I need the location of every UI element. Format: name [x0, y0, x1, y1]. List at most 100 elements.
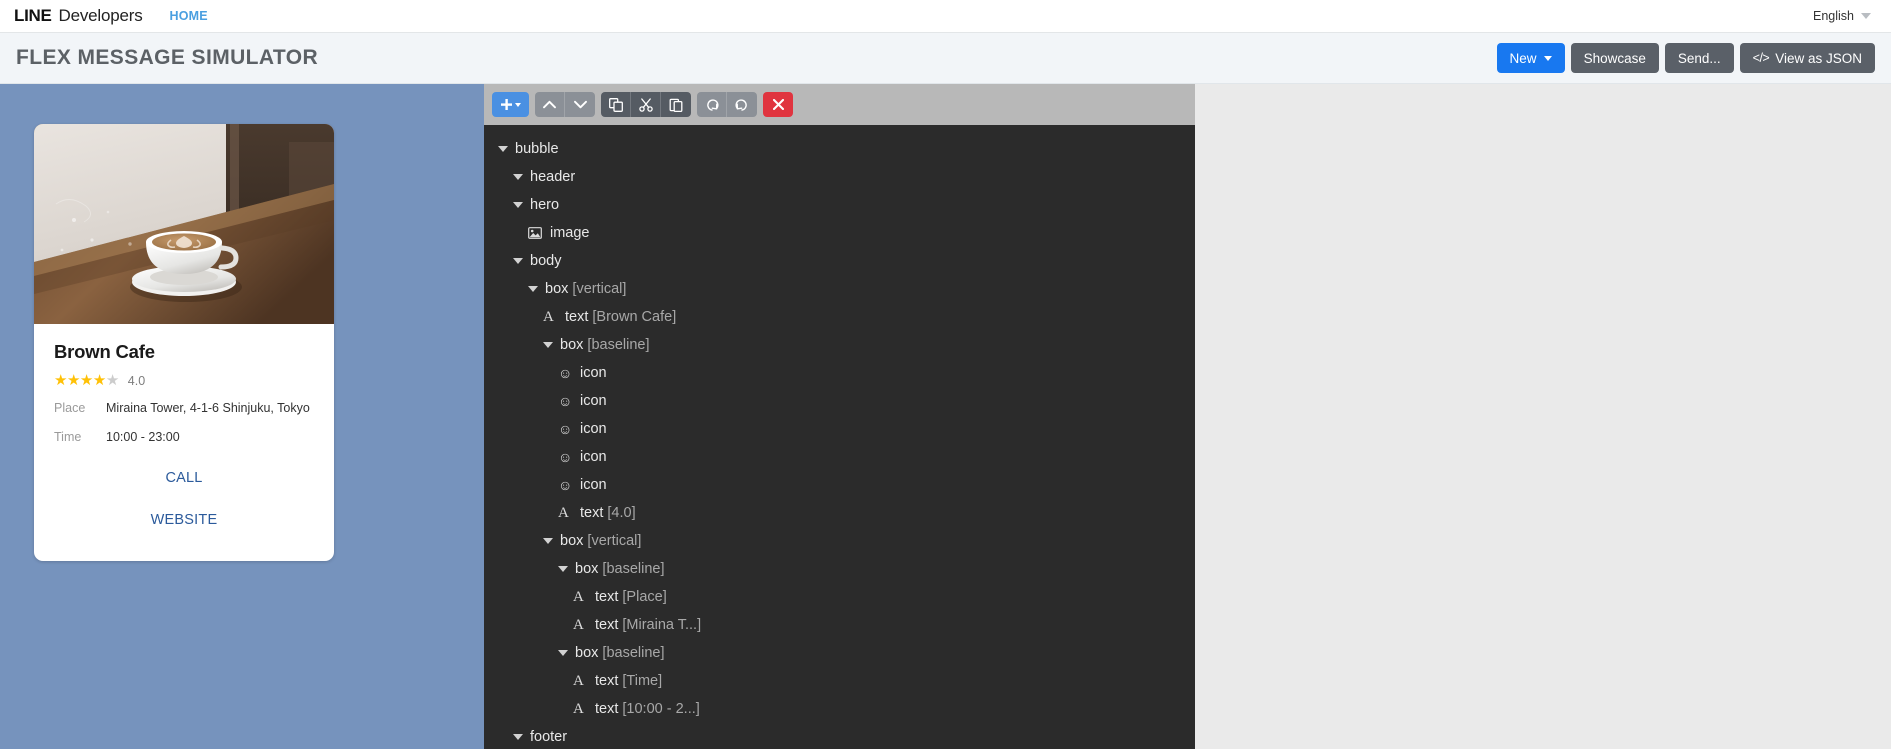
tree-node-label: text [4.0] [580, 505, 636, 521]
tree-node[interactable]: Atext [4.0] [484, 499, 1195, 527]
tree-node[interactable]: ☺icon [484, 359, 1195, 387]
tree-node[interactable]: header [484, 163, 1195, 191]
language-selector[interactable]: English [1813, 9, 1871, 23]
element-tree[interactable]: bubble header hero image body box [vertical] A… [484, 125, 1195, 749]
triangle-down-icon[interactable] [513, 174, 523, 180]
tree-toolbar [484, 84, 1195, 125]
move-down-button[interactable] [565, 92, 595, 117]
delete-button[interactable] [763, 92, 793, 117]
triangle-down-icon[interactable] [498, 146, 508, 152]
triangle-down-icon[interactable] [543, 342, 553, 348]
close-icon [773, 99, 784, 110]
copy-button[interactable] [601, 92, 631, 117]
add-element-button[interactable] [492, 92, 529, 117]
tree-node-label: image [550, 225, 590, 241]
triangle-down-icon[interactable] [558, 650, 568, 656]
redo-icon [735, 98, 749, 112]
move-up-button[interactable] [535, 92, 565, 117]
tree-node[interactable]: ☺icon [484, 387, 1195, 415]
tree-node-label: text [Miraina T...] [595, 617, 701, 633]
tree-node-label: text [Place] [595, 589, 667, 605]
info-label-place: Place [54, 400, 106, 417]
chevron-down-icon [1544, 56, 1552, 61]
chevron-down-icon [574, 100, 587, 109]
cut-button[interactable] [631, 92, 661, 117]
hero-image[interactable] [34, 124, 334, 324]
tree-node[interactable]: body [484, 247, 1195, 275]
new-button-label: New [1510, 51, 1537, 66]
toolbar-group-clipboard [601, 92, 691, 117]
bubble-body: Brown Cafe ★ ★ ★ ★ ★ 4.0 Place Miraina T… [34, 324, 334, 451]
triangle-down-icon[interactable] [543, 538, 553, 544]
tree-node[interactable]: Atext [Time] [484, 667, 1195, 695]
product-name: Developers [59, 6, 143, 26]
tree-node-detail: [baseline] [598, 645, 664, 661]
text-element-icon: A [573, 617, 590, 634]
nav-link-home[interactable]: HOME [170, 9, 208, 23]
text-element-icon: A [573, 701, 590, 718]
tree-node[interactable]: box [baseline] [484, 555, 1195, 583]
tree-node-label: box [vertical] [545, 281, 626, 297]
showcase-button[interactable]: Showcase [1571, 43, 1659, 73]
view-as-json-button[interactable]: </> View as JSON [1740, 43, 1875, 73]
tree-node[interactable]: footer [484, 723, 1195, 749]
tree-node[interactable]: box [vertical] [484, 275, 1195, 303]
tree-node[interactable]: bubble [484, 135, 1195, 163]
star-icon-1: ★ [54, 373, 67, 388]
undo-button[interactable] [697, 92, 727, 117]
toolbar-group-move [535, 92, 595, 117]
coffee-photo-illustration [34, 124, 334, 324]
toolbar-group-add [492, 92, 529, 117]
star-icon-5: ★ [106, 373, 119, 388]
global-nav: LINE Developers HOME English [0, 0, 1891, 33]
copy-icon [609, 98, 623, 112]
tree-node-label: icon [580, 365, 607, 381]
call-button[interactable]: CALL [54, 457, 314, 499]
tree-node[interactable]: Atext [Place] [484, 583, 1195, 611]
tree-node-label: bubble [515, 141, 559, 157]
tree-node[interactable]: Atext [Miraina T...] [484, 611, 1195, 639]
new-button[interactable]: New [1497, 43, 1565, 73]
tree-node[interactable]: ☺icon [484, 471, 1195, 499]
plus-icon [501, 99, 512, 110]
triangle-down-icon[interactable] [513, 258, 523, 264]
tree-pane: bubble header hero image body box [vertical] A… [484, 84, 1195, 749]
preview-pane: Brown Cafe ★ ★ ★ ★ ★ 4.0 Place Miraina T… [0, 84, 484, 749]
rating-row: ★ ★ ★ ★ ★ 4.0 [54, 373, 314, 388]
tree-node[interactable]: Atext [10:00 - 2...] [484, 695, 1195, 723]
flex-bubble-preview[interactable]: Brown Cafe ★ ★ ★ ★ ★ 4.0 Place Miraina T… [34, 124, 334, 561]
scissors-icon [639, 98, 653, 112]
image-icon [528, 227, 545, 239]
tree-node[interactable]: image [484, 219, 1195, 247]
tree-node[interactable]: box [vertical] [484, 527, 1195, 555]
tree-node[interactable]: hero [484, 191, 1195, 219]
website-button[interactable]: WEBSITE [54, 499, 314, 541]
tree-node-detail: [10:00 - 2...] [618, 701, 699, 717]
triangle-down-icon[interactable] [513, 202, 523, 208]
tree-node[interactable]: ☺icon [484, 415, 1195, 443]
page-title: FLEX MESSAGE SIMULATOR [16, 46, 318, 70]
text-element-icon: A [573, 589, 590, 606]
toolbar-group-delete [763, 92, 793, 117]
rating-value: 4.0 [128, 374, 145, 388]
tree-node-label: icon [580, 393, 607, 409]
tree-node-label: text [Time] [595, 673, 662, 689]
tree-node[interactable]: box [baseline] [484, 331, 1195, 359]
tree-node-detail: [Miraina T...] [618, 617, 701, 633]
send-button[interactable]: Send... [1665, 43, 1734, 73]
triangle-down-icon[interactable] [558, 566, 568, 572]
redo-button[interactable] [727, 92, 757, 117]
line-logo: LINE [14, 6, 52, 26]
star-icon-3: ★ [80, 373, 93, 388]
tree-node[interactable]: Atext [Brown Cafe] [484, 303, 1195, 331]
triangle-down-icon[interactable] [513, 734, 523, 740]
tree-node[interactable]: ☺icon [484, 443, 1195, 471]
triangle-down-icon[interactable] [528, 286, 538, 292]
paste-button[interactable] [661, 92, 691, 117]
workspace: Brown Cafe ★ ★ ★ ★ ★ 4.0 Place Miraina T… [0, 84, 1891, 749]
info-value-time: 10:00 - 23:00 [106, 429, 180, 446]
tree-node-label: hero [530, 197, 559, 213]
tree-node[interactable]: box [baseline] [484, 639, 1195, 667]
tree-node-label: box [vertical] [560, 533, 641, 549]
tree-node-label: text [Brown Cafe] [565, 309, 676, 325]
